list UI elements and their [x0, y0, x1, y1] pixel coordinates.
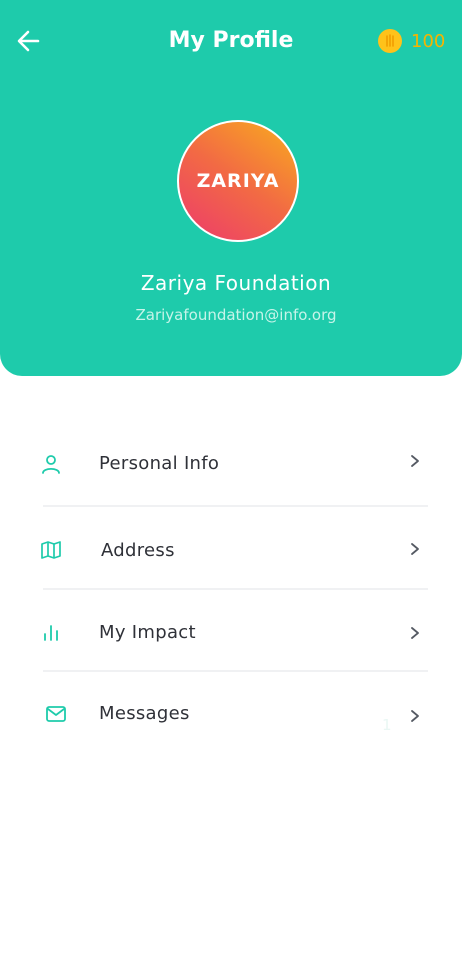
avatar-logo-text: ZARIYA [196, 170, 280, 192]
bar-chart-icon [44, 625, 58, 641]
menu-item-label: Messages [99, 703, 190, 724]
menu-item-label: Personal Info [99, 453, 220, 474]
divider [43, 588, 428, 590]
user-icon [42, 455, 60, 474]
profile-header: My Profile 100 ZARIYA Zariya Foundation … [0, 0, 462, 376]
mail-icon [46, 706, 66, 722]
chevron-right-icon [411, 455, 419, 467]
menu-item-address[interactable]: Address [0, 520, 462, 580]
coin-icon [378, 29, 402, 53]
coin-balance[interactable]: 100 [378, 29, 445, 53]
divider [43, 505, 428, 507]
chevron-right-icon [411, 710, 419, 722]
menu-item-label: My Impact [99, 622, 196, 643]
divider [43, 670, 428, 672]
chevron-right-icon [411, 543, 419, 555]
messages-count-badge: 1 [382, 716, 392, 734]
menu-item-personal-info[interactable]: Personal Info [0, 434, 462, 494]
profile-name: Zariya Foundation [140, 271, 332, 295]
menu-item-messages[interactable]: Messages [0, 684, 462, 744]
menu-item-my-impact[interactable]: My Impact [0, 602, 462, 662]
avatar[interactable]: ZARIYA [177, 120, 299, 242]
map-icon [41, 541, 61, 559]
profile-email: Zariyafoundation@info.org [135, 306, 337, 324]
coin-count: 100 [411, 30, 446, 52]
chevron-right-icon [411, 627, 419, 639]
menu-item-label: Address [101, 540, 175, 561]
